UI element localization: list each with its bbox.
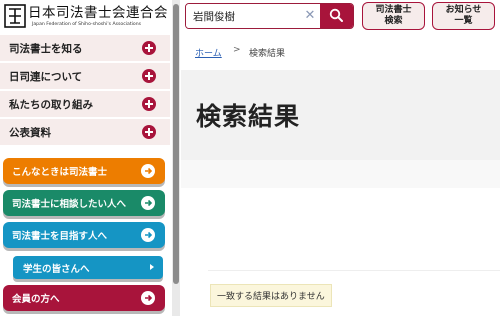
menu-item-about-federation[interactable]: 日司連について <box>0 63 170 90</box>
pill-members[interactable]: 会員の方へ <box>3 285 165 311</box>
arrow-right-icon <box>141 164 155 178</box>
sidebar: 日本司法書士会連合会 Japan Federation of Shiho-sho… <box>0 0 172 316</box>
page-title: 検索結果 <box>196 102 301 131</box>
button-label-line1: 司法書士 <box>375 5 412 15</box>
plus-circle-icon[interactable] <box>142 41 156 55</box>
search-input[interactable] <box>186 4 322 28</box>
pill-label: 司法書士に相談したい人へ <box>12 199 127 210</box>
content-divider <box>208 270 500 271</box>
caret-right-icon <box>150 264 154 270</box>
breadcrumb: ホーム > 検索結果 <box>181 38 500 66</box>
sidebar-scrollbar[interactable] <box>172 0 180 316</box>
menu-item-about-shiho-shoshi[interactable]: 司法書士を知る <box>0 35 170 62</box>
menu-item-label: 司法書士を知る <box>9 43 83 55</box>
pill-aspiring-shiho-shoshi[interactable]: 司法書士を目指す人へ <box>3 222 165 248</box>
plus-circle-icon[interactable] <box>142 69 156 83</box>
menu-item-initiatives[interactable]: 私たちの取り組み <box>0 91 170 118</box>
arrow-right-icon <box>141 196 155 210</box>
arrow-right-icon <box>141 291 155 305</box>
title-band-footer <box>181 160 500 188</box>
pill-label: 司法書士を目指す人へ <box>12 231 108 242</box>
breadcrumb-current: 検索結果 <box>249 49 286 59</box>
menu-item-label: 公表資料 <box>9 127 51 139</box>
site-logo[interactable]: 日本司法書士会連合会 Japan Federation of Shiho-sho… <box>0 0 170 34</box>
menu-item-public-documents[interactable]: 公表資料 <box>0 119 170 146</box>
button-label-line2: 一覧 <box>454 16 473 26</box>
pill-label: 会員の方へ <box>12 294 60 305</box>
menu-item-label: 日司連について <box>9 71 83 83</box>
arrow-right-icon <box>141 228 155 242</box>
news-list-button[interactable]: お知らせ 一覧 <box>432 2 495 30</box>
breadcrumb-separator: > <box>233 45 241 55</box>
no-results-message: 一致する結果はありません <box>210 284 332 307</box>
shiho-shoshi-search-button[interactable]: 司法書士 検索 <box>362 2 425 30</box>
logo-title: 日本司法書士会連合会 <box>28 5 168 21</box>
plus-circle-icon[interactable] <box>142 97 156 111</box>
pill-when-you-need-shiho-shoshi[interactable]: こんなときは司法書士 <box>3 158 165 184</box>
pill-students[interactable]: 学生の皆さんへ <box>13 256 163 279</box>
pill-label: 学生の皆さんへ <box>23 264 90 275</box>
menu-item-label: 私たちの取り組み <box>9 99 93 111</box>
close-icon[interactable]: ✕ <box>303 8 317 24</box>
search-button[interactable] <box>320 4 353 28</box>
page-title-band: 検索結果 <box>181 70 500 160</box>
plus-circle-icon[interactable] <box>142 125 156 139</box>
federation-emblem-icon <box>4 4 26 28</box>
search-icon <box>329 8 343 22</box>
pill-consultation[interactable]: 司法書士に相談したい人へ <box>3 190 165 216</box>
scrollbar-thumb[interactable] <box>173 4 179 284</box>
pill-label: こんなときは司法書士 <box>12 167 108 178</box>
logo-subtitle: Japan Federation of Shiho-shoshi's Assoc… <box>32 22 142 27</box>
search-box: ✕ <box>185 3 354 29</box>
button-label-line1: お知らせ <box>445 5 482 15</box>
breadcrumb-home-link[interactable]: ホーム <box>195 46 222 59</box>
button-label-line2: 検索 <box>384 16 403 26</box>
